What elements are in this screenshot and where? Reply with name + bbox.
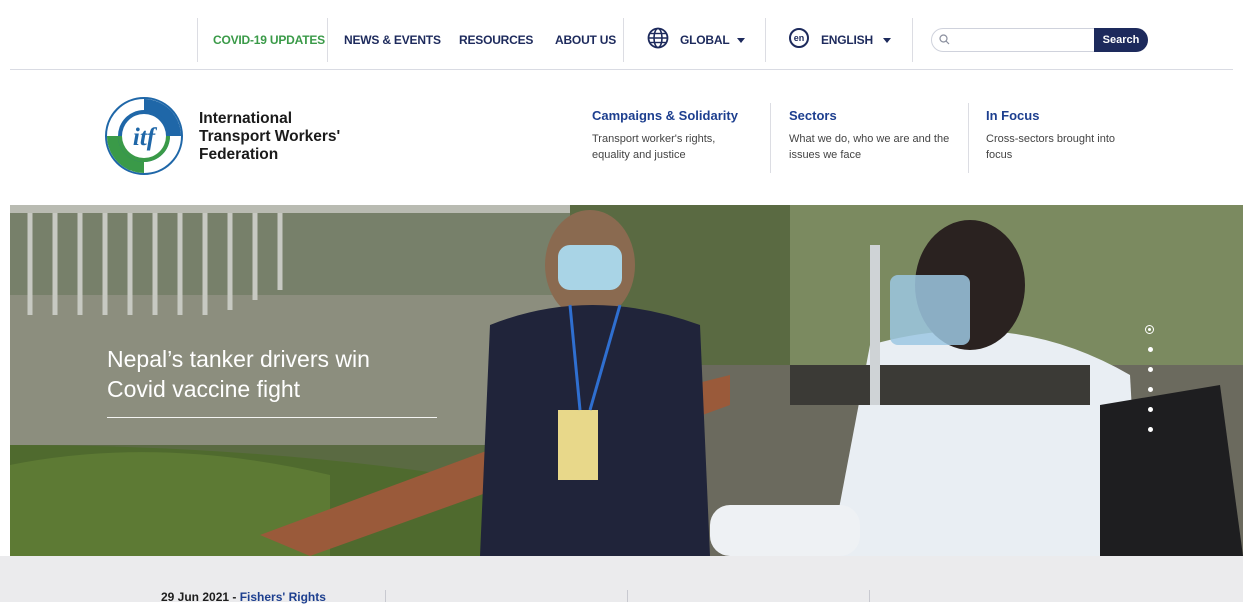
- hero-underline: [107, 417, 437, 418]
- nav-description-line: Transport worker's rights,: [592, 133, 716, 145]
- nav-title[interactable]: Sectors: [789, 108, 949, 123]
- nav-divider: [968, 103, 969, 173]
- itf-logo[interactable]: itf: [104, 96, 184, 176]
- hero-headline[interactable]: Nepal’s tanker drivers win Covid vaccine…: [107, 344, 447, 404]
- language-icon[interactable]: en: [789, 28, 809, 48]
- nav-in-focus[interactable]: In Focus Cross-sectors brought into focu…: [986, 108, 1115, 163]
- nav-description-line: What we do, who we are and the: [789, 133, 950, 145]
- nav-description-line: issues we face: [789, 149, 862, 161]
- utility-divider: [327, 18, 328, 62]
- language-selector[interactable]: ENGLISH: [821, 33, 873, 47]
- slider-dot-active[interactable]: [1145, 325, 1154, 334]
- utility-divider: [197, 18, 198, 62]
- hero-headline-line: Nepal’s tanker drivers win: [107, 346, 370, 372]
- news-events-link[interactable]: NEWS & EVENTS: [344, 33, 441, 47]
- nav-sectors[interactable]: Sectors What we do, who we are and the i…: [789, 108, 949, 163]
- nav-title[interactable]: Campaigns & Solidarity: [592, 108, 738, 123]
- org-name: International Transport Workers' Federat…: [199, 110, 369, 164]
- nav-title[interactable]: In Focus: [986, 108, 1115, 123]
- covid-updates-link[interactable]: COVID-19 UPDATES: [213, 33, 325, 47]
- utility-bar: COVID-19 UPDATES NEWS & EVENTS RESOURCES…: [0, 0, 1243, 70]
- org-name-line: Transport Workers': [199, 128, 341, 145]
- region-selector[interactable]: GLOBAL: [680, 33, 730, 47]
- nav-description: Cross-sectors brought into focus: [986, 131, 1115, 163]
- news-divider: [627, 590, 628, 602]
- chevron-down-icon[interactable]: [737, 38, 745, 43]
- nav-description: Transport worker's rights, equality and …: [592, 131, 738, 163]
- hero-headline-line: Covid vaccine fight: [107, 376, 301, 402]
- about-us-link[interactable]: ABOUT US: [555, 33, 616, 47]
- utility-divider: [623, 18, 624, 62]
- search-button[interactable]: Search: [1094, 28, 1148, 52]
- slider-dot[interactable]: [1148, 427, 1153, 432]
- svg-text:itf: itf: [133, 124, 158, 151]
- news-ticker: 29 Jun 2021 - Fishers' Rights: [0, 556, 1243, 604]
- nav-campaigns[interactable]: Campaigns & Solidarity Transport worker'…: [592, 108, 738, 163]
- news-divider: [385, 590, 386, 602]
- org-name-line: Federation: [199, 146, 279, 163]
- slider-dot[interactable]: [1148, 407, 1153, 412]
- slider-dots: [1145, 325, 1157, 437]
- slider-dot[interactable]: [1148, 347, 1153, 352]
- chevron-down-icon[interactable]: [883, 38, 891, 43]
- utility-divider: [912, 18, 913, 62]
- utility-divider-line: [10, 69, 1233, 70]
- search-input[interactable]: [956, 31, 1090, 51]
- nav-description-line: Cross-sectors brought into: [986, 133, 1115, 145]
- nav-description-line: equality and justice: [592, 149, 686, 161]
- nav-description: What we do, who we are and the issues we…: [789, 131, 949, 163]
- org-name-line: International: [199, 110, 293, 127]
- hero-slider[interactable]: Nepal’s tanker drivers win Covid vaccine…: [10, 205, 1243, 556]
- search-icon: [939, 34, 950, 45]
- slider-dot[interactable]: [1148, 387, 1153, 392]
- nav-divider: [770, 103, 771, 173]
- utility-divider: [765, 18, 766, 62]
- globe-icon[interactable]: [647, 27, 669, 49]
- nav-description-line: focus: [986, 149, 1013, 161]
- news-divider: [869, 590, 870, 602]
- resources-link[interactable]: RESOURCES: [459, 33, 533, 47]
- slider-dot[interactable]: [1148, 367, 1153, 372]
